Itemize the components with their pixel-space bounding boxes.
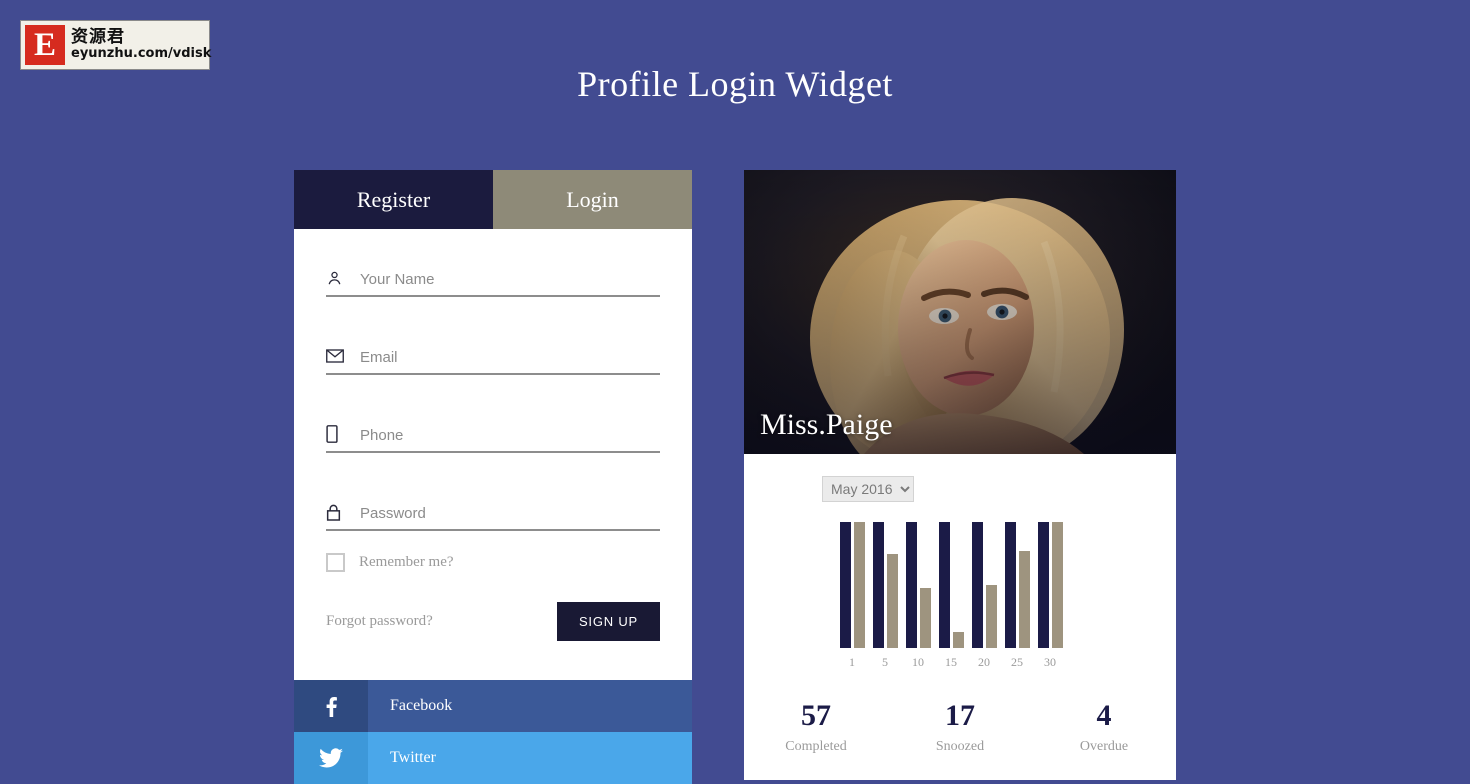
stats-row: 57 Completed 17 Snoozed 4 Overdue — [744, 699, 1176, 755]
profile-photo: Miss.Paige — [744, 170, 1176, 454]
register-form: Remember me? Forgot password? SIGN UP — [294, 229, 692, 680]
profile-name: Miss.Paige — [760, 408, 893, 441]
logo-url-text: eyunzhu.com/vdisk — [71, 46, 212, 62]
stat-value: 17 — [945, 699, 975, 732]
stat-completed: 57 Completed — [744, 699, 888, 755]
bar-group — [906, 522, 936, 648]
sign-up-button[interactable]: SIGN UP — [556, 602, 660, 641]
stat-snoozed: 17 Snoozed — [888, 699, 1032, 755]
stat-label: Snoozed — [935, 739, 985, 754]
login-widget-card: Register Login Your Name Email Phone Rem… — [294, 170, 692, 784]
stat-value: 4 — [1096, 699, 1112, 732]
axis-tick: 30 — [1044, 655, 1056, 669]
axis-tick: 5 — [882, 655, 888, 669]
bar-primary — [840, 522, 851, 648]
page-title: Profile Login Widget — [577, 64, 893, 104]
person-icon — [326, 267, 352, 289]
password-input[interactable] — [352, 505, 660, 523]
chart-x-axis: 1 5 10 15 20 25 30 — [840, 655, 1080, 671]
remember-me-label: Remember me? — [359, 554, 454, 570]
tab-login[interactable]: Login — [493, 170, 692, 229]
email-field-row — [326, 345, 660, 375]
bar-secondary — [1019, 550, 1030, 648]
bar-primary — [1005, 522, 1016, 648]
tab-register[interactable]: Register — [294, 170, 493, 229]
axis-tick: 25 — [1011, 655, 1023, 669]
phone-input[interactable] — [352, 427, 660, 445]
bar-primary — [906, 522, 917, 648]
twitter-icon — [294, 732, 368, 784]
remember-me-row: Remember me? — [326, 553, 660, 572]
profile-card: Miss.Paige May 2016 1 5 10 15 20 25 30 5… — [744, 170, 1176, 780]
axis-tick: 10 — [912, 655, 924, 669]
twitter-label: Twitter — [390, 749, 436, 766]
bar-group — [939, 522, 969, 648]
bar-primary — [1038, 522, 1049, 648]
bar-group — [1005, 522, 1035, 648]
axis-tick: 15 — [945, 655, 957, 669]
forgot-password-link[interactable]: Forgot password? — [326, 613, 433, 630]
form-actions-row: Forgot password? SIGN UP — [326, 602, 660, 641]
bar-secondary — [854, 522, 865, 648]
logo-chinese-text: 资源君 — [71, 27, 125, 48]
bar-primary — [939, 522, 950, 648]
month-select[interactable]: May 2016 — [822, 476, 914, 502]
bar-secondary — [986, 585, 997, 648]
remember-me-checkbox[interactable] — [326, 553, 345, 572]
bar-secondary — [887, 553, 898, 648]
facebook-label: Facebook — [390, 697, 453, 714]
tab-bar: Register Login — [294, 170, 692, 229]
email-input[interactable] — [352, 349, 660, 367]
stat-label: Overdue — [1079, 739, 1129, 754]
name-input[interactable] — [352, 271, 660, 289]
bar-secondary — [953, 631, 964, 648]
stat-label: Completed — [785, 739, 847, 754]
bar-group — [840, 522, 870, 648]
lock-icon — [326, 501, 352, 523]
axis-tick: 20 — [978, 655, 990, 669]
logo-text-block: 资源君 eyunzhu.com/vdisk — [71, 27, 212, 62]
twitter-login-button[interactable]: Twitter — [294, 732, 692, 784]
facebook-icon — [294, 680, 368, 732]
bar-primary — [972, 522, 983, 648]
facebook-login-button[interactable]: Facebook — [294, 680, 692, 732]
bar-primary — [873, 522, 884, 648]
bar-group — [972, 522, 1002, 648]
stat-overdue: 4 Overdue — [1032, 699, 1176, 755]
logo-badge-letter: E — [25, 25, 65, 65]
name-field-row — [326, 267, 660, 297]
bar-secondary — [920, 587, 931, 648]
bar-group — [1038, 522, 1068, 648]
bar-secondary — [1052, 522, 1063, 648]
mobile-icon — [326, 423, 352, 445]
bar-group — [873, 522, 903, 648]
phone-field-row — [326, 423, 660, 453]
stat-value: 57 — [801, 699, 831, 732]
activity-bar-chart — [840, 522, 1080, 648]
axis-tick: 1 — [849, 655, 855, 669]
envelope-icon — [326, 345, 352, 367]
password-field-row — [326, 501, 660, 531]
